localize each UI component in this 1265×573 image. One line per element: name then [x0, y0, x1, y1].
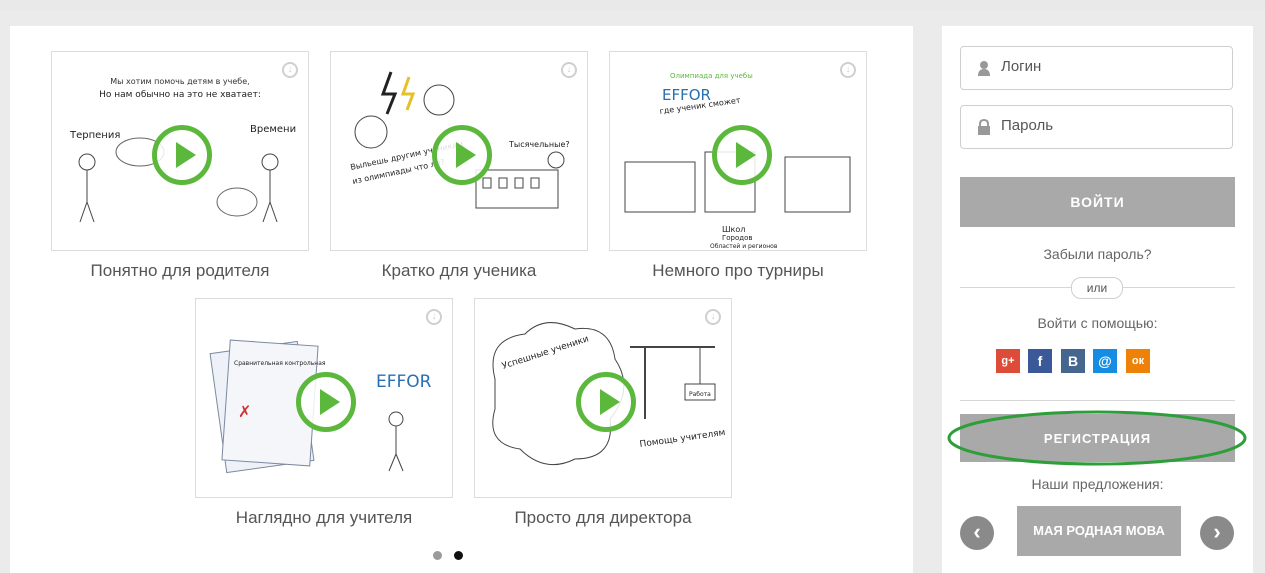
- video-card-teacher[interactable]: Сравнительная контрольная ✗ EFFOR ↓ Нагл…: [195, 298, 453, 528]
- facebook-icon[interactable]: f: [1028, 349, 1052, 373]
- thumb-text: Успешные ученики: [501, 334, 590, 372]
- carousel-dot-active[interactable]: [454, 551, 463, 560]
- video-title[interactable]: Просто для директора: [474, 508, 732, 528]
- video-title[interactable]: Кратко для ученика: [330, 261, 588, 281]
- thumb-text: Сравнительная контрольная: [234, 360, 326, 367]
- play-icon[interactable]: [296, 372, 356, 432]
- divider: [960, 400, 1235, 401]
- lock-icon: [977, 118, 991, 135]
- register-highlight-ellipse: [947, 410, 1247, 466]
- google-plus-icon[interactable]: g+: [996, 349, 1020, 373]
- play-icon[interactable]: [576, 372, 636, 432]
- video-thumbnail[interactable]: Мы хотим помочь детям в учебе, Но нам об…: [51, 51, 309, 251]
- svg-text:✗: ✗: [238, 402, 251, 421]
- video-card-director[interactable]: Успешные ученики Работа Помощь учителям …: [474, 298, 732, 528]
- offers-label: Наши предложения:: [1031, 476, 1164, 492]
- thumb-text: Городов: [722, 234, 753, 242]
- password-field[interactable]: [960, 105, 1233, 149]
- thumb-text: Терпения: [69, 130, 120, 141]
- login-button[interactable]: ВОЙТИ: [960, 177, 1235, 227]
- play-icon[interactable]: [712, 125, 772, 185]
- thumb-text: Школ: [722, 225, 745, 234]
- video-thumbnail[interactable]: Олимпиада для учебы EFFOR где ученик смо…: [609, 51, 867, 251]
- offer-item[interactable]: МАЯ РОДНАЯ МОВА: [1017, 506, 1181, 556]
- social-login-label: Войти с помощью:: [1037, 315, 1158, 331]
- thumb-text: Помощь учителям: [639, 428, 726, 450]
- thumb-text: Работа: [689, 391, 711, 398]
- download-icon[interactable]: ↓: [426, 309, 442, 325]
- video-title[interactable]: Немного про турниры: [609, 261, 867, 281]
- top-strip: [0, 0, 1265, 9]
- chevron-right-icon[interactable]: ›: [1200, 516, 1234, 550]
- carousel-dot[interactable]: [433, 551, 442, 560]
- video-card-student[interactable]: Выльешь другим ученикам из олимпиады что…: [330, 51, 588, 281]
- forgot-password-link[interactable]: Забыли пароль?: [942, 246, 1253, 262]
- download-icon[interactable]: ↓: [840, 62, 856, 78]
- login-input[interactable]: [999, 57, 1223, 76]
- thumb-text: Времени: [250, 124, 296, 135]
- carousel-dots: [433, 547, 475, 565]
- video-title[interactable]: Наглядно для учителя: [195, 508, 453, 528]
- download-icon[interactable]: ↓: [282, 62, 298, 78]
- mail-ru-icon[interactable]: @: [1093, 349, 1117, 373]
- or-label: или: [1071, 277, 1123, 299]
- video-thumbnail[interactable]: Успешные ученики Работа Помощь учителям …: [474, 298, 732, 498]
- play-icon[interactable]: [152, 125, 212, 185]
- download-icon[interactable]: ↓: [561, 62, 577, 78]
- video-title[interactable]: Понятно для родителя: [51, 261, 309, 281]
- user-icon: [977, 60, 991, 76]
- thumb-text: Тысячельные?: [508, 140, 570, 149]
- chevron-left-icon[interactable]: ‹: [960, 516, 994, 550]
- video-thumbnail[interactable]: Сравнительная контрольная ✗ EFFOR ↓: [195, 298, 453, 498]
- vkontakte-icon[interactable]: B: [1061, 349, 1085, 373]
- thumb-text: Но нам обычно на это не хватает:: [99, 90, 261, 100]
- download-icon[interactable]: ↓: [705, 309, 721, 325]
- thumb-text: Олимпиада для учебы: [670, 72, 753, 80]
- odnoklassniki-icon[interactable]: ок: [1126, 349, 1150, 373]
- video-card-parent[interactable]: Мы хотим помочь детям в учебе, Но нам об…: [51, 51, 309, 281]
- thumb-text: EFFOR: [376, 372, 432, 392]
- play-icon[interactable]: [432, 125, 492, 185]
- password-input[interactable]: [999, 116, 1223, 135]
- video-card-tournaments[interactable]: Олимпиада для учебы EFFOR где ученик смо…: [609, 51, 867, 281]
- video-thumbnail[interactable]: Выльешь другим ученикам из олимпиады что…: [330, 51, 588, 251]
- thumb-text: Областей и регионов: [710, 243, 778, 250]
- thumb-text: Мы хотим помочь детям в учебе,: [110, 77, 249, 86]
- login-field[interactable]: [960, 46, 1233, 90]
